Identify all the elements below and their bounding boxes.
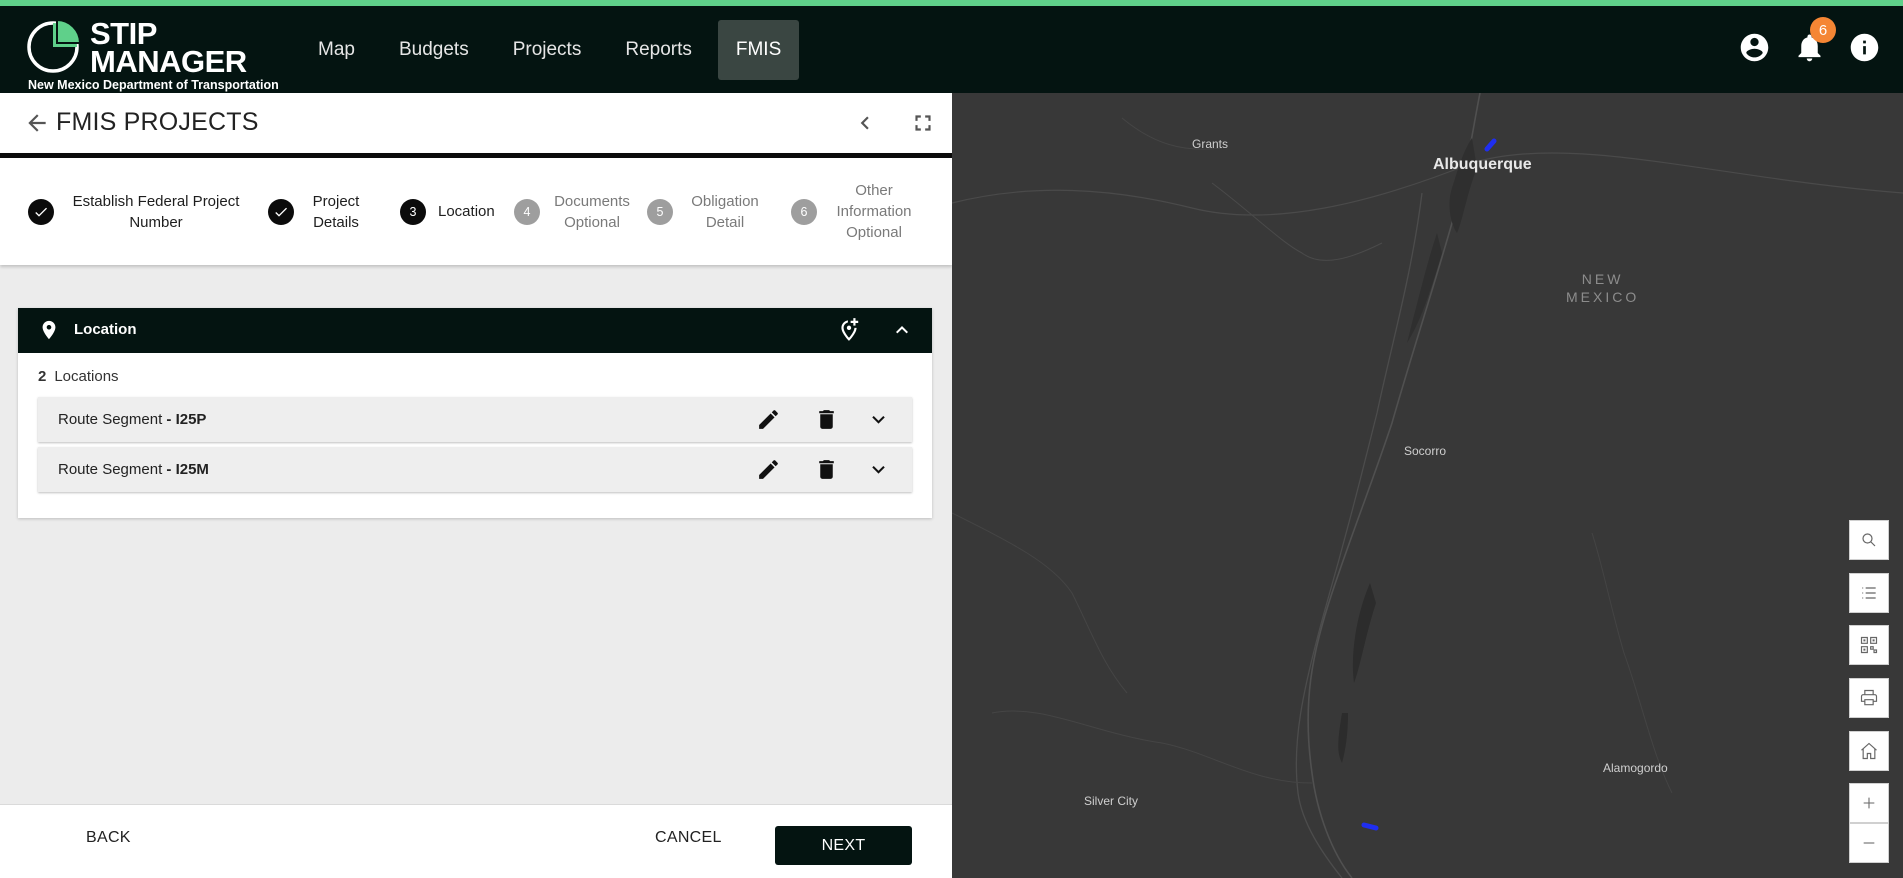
map-label-grants: Grants bbox=[1192, 137, 1229, 151]
route-segment-row[interactable]: Route Segment - I25M bbox=[38, 447, 912, 492]
collapse-panel-icon[interactable] bbox=[852, 110, 878, 136]
logo-pie-icon bbox=[27, 18, 82, 73]
check-icon bbox=[268, 198, 294, 225]
step-label: Obligation Detail bbox=[691, 192, 759, 231]
edit-icon[interactable] bbox=[756, 407, 781, 432]
map-qr-button[interactable] bbox=[1849, 625, 1889, 665]
step-number: 6 bbox=[791, 198, 817, 225]
account-circle-icon[interactable] bbox=[1738, 31, 1771, 64]
step-establish-federal-project-number[interactable]: Establish Federal Project Number bbox=[28, 158, 246, 265]
step-obligation-detail[interactable]: 5 Obligation Detail bbox=[647, 158, 765, 265]
nav-reports[interactable]: Reports bbox=[607, 20, 710, 80]
nav-projects[interactable]: Projects bbox=[495, 20, 600, 80]
search-icon bbox=[1862, 533, 1876, 547]
check-icon bbox=[28, 198, 54, 225]
location-pin-icon bbox=[42, 320, 56, 340]
form-footer: BACK CANCEL NEXT bbox=[0, 804, 952, 878]
chevron-down-icon[interactable] bbox=[866, 457, 891, 482]
fullscreen-icon[interactable] bbox=[910, 110, 936, 136]
notification-badge: 6 bbox=[1810, 17, 1836, 43]
panel-titlebar: FMIS PROJECTS bbox=[0, 93, 952, 153]
step-number: 3 bbox=[400, 198, 426, 225]
location-header-title: Location bbox=[74, 321, 137, 338]
app-header: STIP MANAGER New Mexico Department of Tr… bbox=[0, 6, 1903, 93]
step-label: Location bbox=[438, 203, 495, 220]
next-button[interactable]: NEXT bbox=[775, 826, 912, 865]
qr-code-icon bbox=[1860, 636, 1878, 654]
step-other-information[interactable]: 6 Other Information Optional bbox=[791, 158, 919, 265]
map-home-button[interactable] bbox=[1849, 731, 1889, 771]
route-segment-label: Route Segment - I25M bbox=[58, 461, 209, 478]
cancel-button[interactable]: CANCEL bbox=[655, 829, 722, 847]
zoom-in-icon bbox=[1863, 797, 1875, 809]
nav-fmis[interactable]: FMIS bbox=[717, 20, 800, 80]
fmis-panel: FMIS PROJECTS Establish Federal Project … bbox=[0, 93, 952, 878]
step-label: Project Details bbox=[312, 192, 360, 231]
nav-map[interactable]: Map bbox=[300, 20, 373, 80]
chevron-up-icon[interactable] bbox=[890, 318, 914, 342]
route-segment-label: Route Segment - I25P bbox=[58, 411, 207, 428]
map-label-silver-city: Silver City bbox=[1084, 794, 1139, 808]
location-header[interactable]: Location bbox=[18, 308, 932, 353]
map-zoom-in-button[interactable] bbox=[1849, 783, 1889, 823]
map-search-button[interactable] bbox=[1849, 520, 1889, 560]
location-card: Location 2 Locations Route Segment - I25P… bbox=[18, 308, 932, 518]
step-label: Documents Optional bbox=[554, 192, 630, 231]
back-button[interactable]: BACK bbox=[86, 829, 131, 847]
edit-icon[interactable] bbox=[756, 457, 781, 482]
map-label-socorro: Socorro bbox=[1404, 444, 1447, 458]
step-number: 5 bbox=[647, 198, 673, 225]
step-label: Other Information Optional bbox=[836, 182, 912, 241]
step-project-details[interactable]: Project Details bbox=[268, 158, 366, 265]
locations-count: 2 Locations bbox=[38, 368, 119, 385]
step-documents[interactable]: 4 Documents Optional bbox=[514, 158, 632, 265]
add-location-icon[interactable] bbox=[836, 317, 862, 343]
page-title: FMIS PROJECTS bbox=[56, 108, 259, 136]
map-legend-button[interactable] bbox=[1849, 573, 1889, 613]
print-icon bbox=[1860, 689, 1878, 706]
route-segment-row[interactable]: Route Segment - I25P bbox=[38, 397, 912, 442]
nav-budgets[interactable]: Budgets bbox=[381, 20, 487, 80]
map-label-alamogordo: Alamogordo bbox=[1603, 761, 1668, 775]
info-icon[interactable] bbox=[1848, 31, 1881, 64]
main-nav: Map Budgets Projects Reports FMIS bbox=[300, 20, 800, 80]
list-icon bbox=[1862, 587, 1876, 599]
step-progress: Establish Federal Project Number Project… bbox=[0, 153, 952, 265]
step-number: 4 bbox=[514, 198, 540, 225]
map-print-button[interactable] bbox=[1849, 678, 1889, 718]
app-logo[interactable]: STIP MANAGER New Mexico Department of Tr… bbox=[26, 14, 286, 94]
trash-icon[interactable] bbox=[814, 407, 839, 432]
map-label-albuquerque: Albuquerque bbox=[1433, 156, 1532, 173]
bell-icon[interactable]: 6 bbox=[1793, 17, 1836, 64]
chevron-down-icon[interactable] bbox=[866, 407, 891, 432]
trash-icon[interactable] bbox=[814, 457, 839, 482]
back-arrow-icon[interactable] bbox=[24, 110, 50, 136]
zoom-out-icon bbox=[1863, 842, 1875, 844]
map-view[interactable]: Grants Albuquerque NEW MEXICO Socorro Al… bbox=[952, 93, 1903, 878]
map-label-state: NEW MEXICO bbox=[1566, 271, 1640, 305]
step-location[interactable]: 3 Location bbox=[400, 158, 495, 265]
home-icon bbox=[1861, 742, 1877, 760]
map-zoom-out-button[interactable] bbox=[1849, 823, 1889, 863]
logo-title: STIP MANAGER bbox=[90, 16, 247, 79]
step-label: Establish Federal Project Number bbox=[72, 192, 240, 231]
map-basemap bbox=[952, 93, 1903, 878]
logo-subtitle: New Mexico Department of Transportation bbox=[28, 78, 279, 92]
header-icons: 6 bbox=[1738, 17, 1881, 64]
